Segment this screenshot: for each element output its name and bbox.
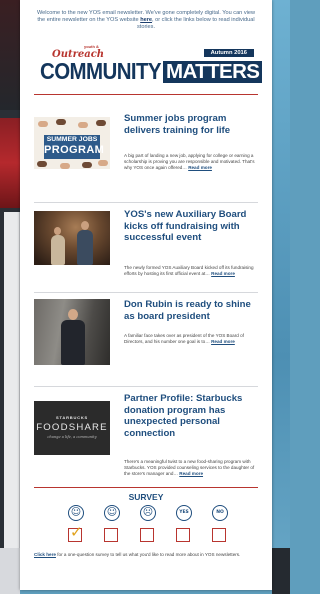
background-page-edge <box>4 212 20 548</box>
survey-note: Click here for a one-question survey to … <box>34 552 241 557</box>
story-headline[interactable]: YOS's new Auxiliary Board kicks off fund… <box>124 209 258 244</box>
read-more-link[interactable]: Read more <box>211 271 235 276</box>
story-headline[interactable]: Don Rubin is ready to shine as board pre… <box>124 299 258 322</box>
survey-checkboxes-row: ✓ <box>67 523 237 548</box>
checkmark-icon: ✓ <box>70 523 83 541</box>
title-matters: MATTERS <box>163 61 263 83</box>
yes-icon[interactable]: YES <box>176 505 192 521</box>
story-don-rubin: Don Rubin is ready to shine as board pre… <box>34 293 258 387</box>
email-newsletter: Welcome to the new YOS email newsletter.… <box>20 0 272 590</box>
story-headline[interactable]: Partner Profile: Starbucks donation prog… <box>124 393 258 439</box>
survey-checkbox-yes[interactable] <box>176 528 190 542</box>
masthead: youth & Outreach Autumn 2016 COMMUNITY M… <box>34 39 263 107</box>
story-auxiliary-board: YOS's new Auxiliary Board kicks off fund… <box>34 203 258 293</box>
story-headline[interactable]: Summer jobs program delivers training fo… <box>124 113 258 136</box>
survey-section: SURVEY ☺ ☺ ☹ YES NO ✓ Click here for a o… <box>34 487 258 587</box>
survey-checkbox-sad[interactable] <box>140 528 154 542</box>
survey-checkbox-happy[interactable]: ✓ <box>68 523 83 542</box>
story-summary: There's a meaningful twist to a new food… <box>124 459 255 476</box>
website-link[interactable]: here <box>140 17 152 23</box>
auxiliary-board-photo[interactable] <box>34 211 110 265</box>
summer-jobs-image[interactable]: SUMMER JOBS PROGRAM <box>34 117 110 169</box>
intro-text: Welcome to the new YOS email newsletter.… <box>36 10 256 30</box>
newsletter-title: COMMUNITY MATTERS <box>40 58 263 85</box>
title-community: COMMUNITY <box>40 58 162 85</box>
story-starbucks: STARBUCKS FOODSHARE change a life, a com… <box>34 387 258 487</box>
sad-face-icon[interactable]: ☹ <box>140 505 156 521</box>
neutral-face-icon[interactable]: ☺ <box>104 505 120 521</box>
background-image-strip <box>0 118 20 208</box>
story-summary: A big part of landing a new job, applyin… <box>124 153 255 170</box>
masthead-divider <box>34 94 258 95</box>
read-more-link[interactable]: Read more <box>179 471 203 476</box>
read-more-link[interactable]: Read more <box>188 165 212 170</box>
read-more-link[interactable]: Read more <box>211 339 235 344</box>
survey-checkbox-no[interactable] <box>212 528 226 542</box>
survey-title: SURVEY <box>128 492 164 502</box>
happy-face-icon[interactable]: ☺ <box>68 505 84 521</box>
story-summary: A familiar face takes over as president … <box>124 333 244 344</box>
background-desktop-right <box>272 0 290 594</box>
story-summer-jobs: SUMMER JOBS PROGRAM Summer jobs program … <box>34 107 258 203</box>
story-summary: The newly formed YOS Auxiliary Board kic… <box>124 265 254 276</box>
survey-link[interactable]: Click here <box>34 552 56 557</box>
background-window-left <box>0 0 20 594</box>
starbucks-foodshare-image[interactable]: STARBUCKS FOODSHARE change a life, a com… <box>34 401 110 455</box>
edition-badge: Autumn 2016 <box>203 49 254 57</box>
don-rubin-photo[interactable] <box>34 299 110 365</box>
survey-checkbox-neutral[interactable] <box>104 528 118 542</box>
no-icon[interactable]: NO <box>212 505 228 521</box>
summer-jobs-label: SUMMER JOBS PROGRAM <box>44 135 104 159</box>
survey-icons-row: ☺ ☺ ☹ YES NO <box>68 505 238 523</box>
